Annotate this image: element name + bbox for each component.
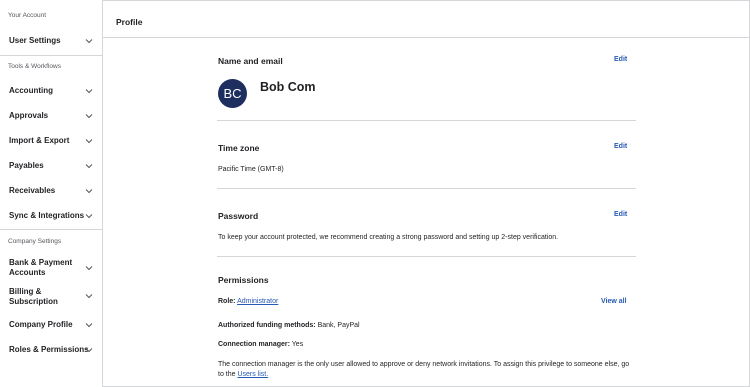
sidebar-item-bank-payment-accounts[interactable]: Bank & Payment Accounts — [0, 255, 102, 281]
chevron-down-icon — [85, 213, 93, 219]
note-text: The connection manager is the only user … — [218, 361, 630, 368]
section-heading-company-settings: Company Settings — [8, 238, 62, 245]
sidebar-item-label: Bank & Payment Accounts — [9, 258, 73, 277]
permissions-title: Permissions — [218, 275, 269, 285]
avatar: BC — [218, 79, 247, 108]
sidebar-item-label: Sync & Integrations — [9, 211, 85, 220]
time-zone-edit-link[interactable]: Edit — [614, 143, 627, 150]
funding-methods-row: Authorized funding methods: Bank, PayPal — [218, 322, 360, 329]
note-prefix: to the — [218, 371, 238, 378]
password-edit-link[interactable]: Edit — [614, 211, 627, 218]
time-zone-title: Time zone — [218, 143, 260, 153]
section-heading-your-account: Your Account — [8, 12, 47, 19]
time-zone-value: Pacific Time (GMT-8) — [218, 166, 284, 173]
sidebar-item-payables[interactable]: Payables — [0, 154, 102, 176]
chevron-down-icon — [85, 88, 93, 94]
chevron-down-icon — [85, 293, 93, 299]
role-row: Role: Administrator — [218, 298, 278, 305]
sidebar-item-label: Approvals — [9, 111, 49, 120]
funding-methods-value: Bank, PayPal — [317, 322, 360, 329]
chevron-down-icon — [85, 138, 93, 144]
chevron-down-icon — [85, 265, 93, 271]
page-header: Profile — [103, 0, 750, 38]
section-heading-tools-workflows: Tools & Workflows — [8, 63, 61, 70]
password-description: To keep your account protected, we recom… — [218, 234, 559, 241]
sidebar-item-billing-subscription[interactable]: Billing & Subscription — [0, 284, 102, 310]
chevron-down-icon — [85, 322, 93, 328]
sidebar-item-label: Billing & Subscription — [9, 287, 58, 306]
sidebar-item-label: Payables — [9, 161, 44, 170]
page-title: Profile — [116, 17, 143, 27]
chevron-down-icon — [85, 38, 93, 44]
sidebar-item-label: User Settings — [9, 36, 61, 45]
connection-manager-label: Connection manager: — [218, 341, 290, 348]
sidebar-divider — [0, 229, 102, 230]
password-title: Password — [218, 211, 259, 221]
chevron-down-icon — [85, 188, 93, 194]
chevron-down-icon — [85, 163, 93, 169]
sidebar-item-roles-permissions[interactable]: Roles & Permissions — [0, 338, 102, 360]
sidebar-item-company-profile[interactable]: Company Profile — [0, 313, 102, 335]
section-divider — [217, 188, 636, 189]
name-email-title: Name and email — [218, 56, 283, 66]
settings-sidebar: Your Account User Settings Tools & Workf… — [0, 0, 103, 387]
connection-manager-row: Connection manager: Yes — [218, 341, 303, 348]
connection-manager-value: Yes — [291, 341, 304, 348]
sidebar-item-receivables[interactable]: Receivables — [0, 179, 102, 201]
section-divider — [217, 120, 636, 121]
sidebar-item-approvals[interactable]: Approvals — [0, 104, 102, 126]
sidebar-item-label: Accounting — [9, 86, 53, 95]
users-list-link[interactable]: Users list. — [237, 371, 268, 378]
view-all-link[interactable]: View all — [601, 298, 627, 305]
chevron-down-icon — [85, 347, 93, 353]
app-frame — [0, 0, 750, 387]
sidebar-item-label: Import & Export — [9, 136, 70, 145]
sidebar-item-import-export[interactable]: Import & Export — [0, 129, 102, 151]
sidebar-item-label: Roles & Permissions — [9, 345, 89, 354]
section-divider — [217, 256, 636, 257]
sidebar-item-accounting[interactable]: Accounting — [0, 79, 102, 101]
sidebar-divider — [0, 55, 102, 56]
sidebar-item-label: Receivables — [9, 186, 56, 195]
sidebar-item-sync-integrations[interactable]: Sync & Integrations — [0, 204, 102, 226]
connection-manager-note: The connection manager is the only user … — [218, 360, 643, 380]
sidebar-item-user-settings[interactable]: User Settings — [0, 29, 102, 51]
role-link[interactable]: Administrator — [237, 298, 278, 305]
funding-methods-label: Authorized funding methods: — [218, 322, 316, 329]
role-label: Role: — [218, 298, 236, 305]
name-email-edit-link[interactable]: Edit — [614, 56, 627, 63]
chevron-down-icon — [85, 113, 93, 119]
sidebar-item-label: Company Profile — [9, 320, 73, 329]
user-name: Bob Com — [260, 80, 316, 94]
